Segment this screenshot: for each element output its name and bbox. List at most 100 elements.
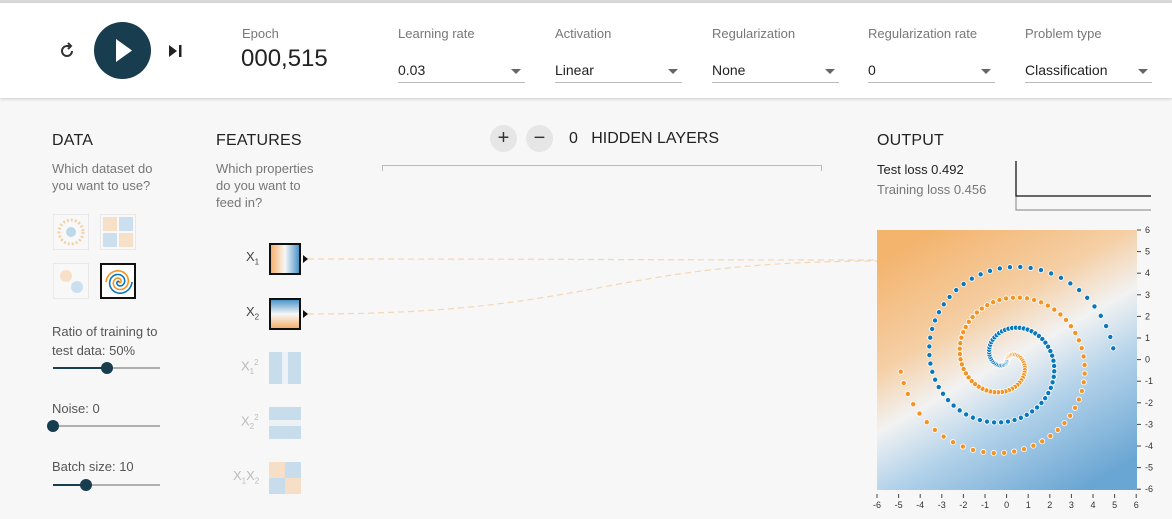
add-layer-button[interactable]: + <box>490 125 517 152</box>
x1-output-arrow <box>303 255 308 263</box>
data-point-orange <box>1067 323 1074 330</box>
data-point-blue <box>932 317 939 324</box>
data-point-orange <box>957 340 964 347</box>
data-point-orange <box>1078 387 1085 394</box>
data-point-orange <box>980 449 987 456</box>
y-tick-label: -4 <box>1145 441 1153 451</box>
data-point-blue <box>935 309 942 316</box>
y-tick-label: -1 <box>1145 376 1153 386</box>
data-point-blue <box>1004 418 1011 425</box>
data-point-orange <box>1031 296 1038 303</box>
data-point-blue <box>996 265 1003 272</box>
data-point-blue <box>935 384 942 391</box>
data-point-orange <box>900 380 907 387</box>
data-point-orange <box>1075 337 1082 344</box>
data-point-blue <box>1051 368 1058 375</box>
data-point-orange <box>962 323 969 330</box>
data-point-blue <box>963 411 970 418</box>
data-point-blue <box>991 419 998 426</box>
data-point-orange <box>1081 370 1088 377</box>
data-point-blue <box>968 275 975 282</box>
x-axis: -6 -5 -4 -3 -2 -1 0 1 2 3 4 5 6 <box>873 494 1139 510</box>
x-tick-label: -6 <box>873 500 881 510</box>
data-point-orange <box>923 419 930 426</box>
layers-bracket <box>382 165 822 171</box>
training-loss: Training loss 0.456 <box>877 182 987 197</box>
data-point-orange <box>969 314 976 321</box>
data-point-blue <box>1049 379 1056 386</box>
data-point-blue <box>950 402 957 409</box>
y-tick-label: 5 <box>1145 247 1150 257</box>
y-tick-label: 2 <box>1145 311 1150 321</box>
data-point-blue <box>1027 264 1034 271</box>
loss-chart <box>1015 161 1151 211</box>
data-point-blue <box>1042 395 1049 402</box>
data-point-blue <box>1084 294 1091 301</box>
data-point-blue <box>1067 280 1074 287</box>
data-point-blue <box>969 414 976 421</box>
x-tick-label: 1 <box>1026 500 1031 510</box>
data-point-blue <box>1017 414 1024 421</box>
data-point-orange <box>1003 295 1010 302</box>
data-point-blue <box>1110 345 1117 352</box>
data-point-blue <box>945 397 952 404</box>
y-tick-label: -2 <box>1145 398 1153 408</box>
data-point-blue <box>960 281 967 288</box>
data-point-orange <box>904 390 911 397</box>
data-point-orange <box>1038 299 1045 306</box>
output-title: OUTPUT <box>877 132 944 149</box>
data-point-orange <box>1009 294 1016 301</box>
data-point-blue <box>956 407 963 414</box>
y-tick-label: -5 <box>1145 463 1153 473</box>
data-point-blue <box>927 334 934 341</box>
data-point-orange <box>970 446 977 453</box>
data-point-orange <box>910 401 917 408</box>
data-point-orange <box>916 410 923 417</box>
data-point-orange <box>1080 379 1087 386</box>
data-point-blue <box>1011 417 1018 424</box>
data-point-orange <box>1075 396 1082 403</box>
data-point-blue <box>1045 390 1052 397</box>
data-point-orange <box>956 351 963 358</box>
data-point-orange <box>950 439 957 446</box>
data-point-blue <box>929 326 936 333</box>
x-tick-label: 5 <box>1112 500 1117 510</box>
data-point-orange <box>1016 294 1023 301</box>
data-point-orange <box>940 433 947 440</box>
link-x2-output[interactable] <box>307 260 878 315</box>
data-point-blue <box>953 287 960 294</box>
x-tick-label: 6 <box>1134 500 1139 510</box>
test-loss-line <box>1015 161 1151 197</box>
test-loss: Test loss 0.492 <box>877 162 964 177</box>
hidden-layers-heading: 0 HIDDEN LAYERS <box>569 130 719 148</box>
remove-layer-button[interactable]: − <box>526 125 553 152</box>
data-point-orange <box>1030 442 1037 449</box>
data-point-orange <box>1001 449 1008 456</box>
data-point-blue <box>1091 303 1098 310</box>
x-tick-label: 4 <box>1090 500 1095 510</box>
x-tick-label: 3 <box>1069 500 1074 510</box>
data-point-orange <box>957 356 964 363</box>
data-point-blue <box>1034 404 1041 411</box>
y-tick-label: 4 <box>1145 268 1150 278</box>
data-point-orange <box>1061 420 1068 427</box>
data-point-orange <box>1044 302 1051 309</box>
data-point-blue <box>987 267 994 274</box>
data-point-orange <box>897 368 904 375</box>
data-point-orange <box>1024 295 1031 302</box>
data-point-blue <box>1023 411 1030 418</box>
y-tick-label: 1 <box>1145 333 1150 343</box>
data-point-blue <box>998 419 1005 426</box>
x-tick-label: 0 <box>1004 500 1009 510</box>
data-point-orange <box>958 334 965 341</box>
data-point-blue <box>1050 357 1057 364</box>
data-point-orange <box>1062 316 1069 323</box>
y-tick-label: 3 <box>1145 290 1150 300</box>
x-tick-label: -1 <box>981 500 989 510</box>
data-point-orange <box>990 450 997 457</box>
data-point-orange <box>1067 412 1074 419</box>
data-point-orange <box>1051 306 1058 313</box>
link-x1-output[interactable] <box>307 258 878 261</box>
y-tick-label: -3 <box>1145 419 1153 429</box>
data-point-orange <box>1011 448 1018 455</box>
